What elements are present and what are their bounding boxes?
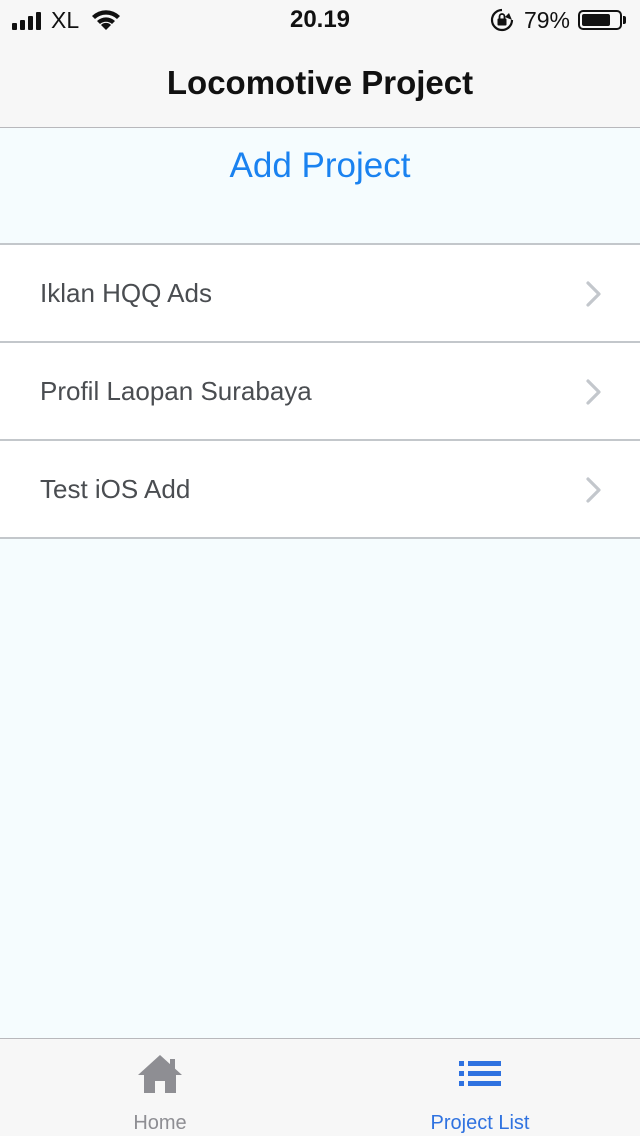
list-item[interactable]: Iklan HQQ Ads [0,245,640,343]
tab-home-label: Home [133,1112,187,1134]
tab-project-list-label: Project List [430,1112,530,1134]
tab-home[interactable]: Home [0,1039,320,1136]
home-icon [138,1055,182,1093]
list-item-label: Iklan HQQ Ads [40,278,212,308]
chevron-right-icon [586,477,601,503]
battery-tip [623,16,626,24]
list-icon [459,1061,501,1086]
status-right: 79% [490,7,626,33]
chevron-right-icon [586,281,601,307]
nav-bar: Locomotive Project [0,40,640,128]
add-project-section: Add Project [0,128,640,245]
screen: XL 20.19 79% Locomotive Project Add Proj… [0,0,640,1136]
list-item[interactable]: Test iOS Add [0,441,640,539]
status-bar: XL 20.19 79% [0,0,640,40]
battery-fill [582,14,610,26]
list-item-label: Profil Laopan Surabaya [40,376,312,406]
battery-icon [578,10,622,30]
project-list: Iklan HQQ Ads Profil Laopan Surabaya Tes… [0,245,640,539]
list-item[interactable]: Profil Laopan Surabaya [0,343,640,441]
chevron-right-icon [586,379,601,405]
rotation-lock-icon [490,8,514,32]
tab-project-list[interactable]: Project List [320,1039,640,1136]
page-title: Locomotive Project [166,64,474,101]
list-item-label: Test iOS Add [40,474,191,504]
tab-bar: Home Project List [0,1038,640,1136]
battery-percent: 79% [523,7,570,33]
add-project-button[interactable]: Add Project [0,146,640,186]
